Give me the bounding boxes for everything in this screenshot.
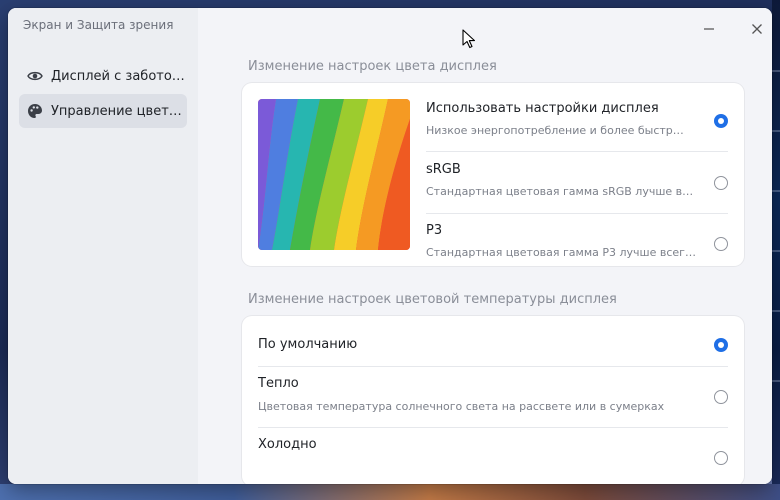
- temperature-option-warm[interactable]: Тепло Цветовая температура солнечного св…: [258, 372, 744, 422]
- eye-icon: [26, 67, 44, 85]
- close-button[interactable]: [741, 16, 772, 42]
- sidebar-item-label: Дисплей с заботой о...: [51, 68, 185, 84]
- sidebar-item-color-management[interactable]: Управление цветом: [19, 94, 187, 128]
- divider: [426, 213, 728, 214]
- option-label: По умолчанию: [258, 337, 358, 352]
- option-label: sRGB: [426, 162, 461, 177]
- mouse-cursor-icon: [462, 29, 476, 49]
- option-description: Цветовая температура солнечного света на…: [258, 400, 665, 413]
- option-label: P3: [426, 223, 443, 238]
- divider: [426, 151, 728, 152]
- option-description: Низкое энергопотребление и более быстрый…: [426, 124, 686, 137]
- color-option-srgb[interactable]: sRGB Стандартная цветовая гамма sRGB луч…: [426, 158, 744, 206]
- option-label: Холодно: [258, 437, 317, 452]
- main-content: Изменение настроек цвета дисплея Использ…: [198, 8, 772, 484]
- temperature-option-default[interactable]: По умолчанию: [258, 326, 744, 366]
- temperature-settings-card: По умолчанию Тепло Цветовая температура …: [242, 316, 744, 484]
- color-option-p3[interactable]: P3 Стандартная цветовая гамма P3 лучше в…: [426, 219, 744, 263]
- divider: [258, 427, 728, 428]
- color-settings-card: Использовать настройки дисплея Низкое эн…: [242, 83, 744, 266]
- window-title: Экран и Защита зрения: [23, 18, 174, 32]
- color-preview-image: [258, 99, 410, 250]
- minimize-button[interactable]: [693, 16, 725, 42]
- option-label: Использовать настройки дисплея: [426, 101, 659, 116]
- radio-button[interactable]: [714, 237, 728, 251]
- radio-button[interactable]: [714, 451, 728, 465]
- radio-button[interactable]: [714, 390, 728, 404]
- temperature-option-cold[interactable]: Холодно: [258, 433, 744, 483]
- sidebar-item-eye-care-display[interactable]: Дисплей с заботой о...: [19, 59, 187, 93]
- sidebar-item-label: Управление цветом: [51, 103, 185, 119]
- color-option-display-settings[interactable]: Использовать настройки дисплея Низкое эн…: [426, 97, 744, 145]
- temperature-settings-title: Изменение настроек цветовой температуры …: [248, 292, 617, 307]
- palette-icon: [26, 102, 44, 120]
- close-icon: [752, 24, 762, 34]
- radio-button-selected[interactable]: [714, 114, 728, 128]
- divider: [258, 366, 728, 367]
- desktop-background-right: [772, 0, 780, 500]
- desktop-background-bottom: [0, 484, 780, 500]
- option-description: Стандартная цветовая гамма P3 лучше всег…: [426, 246, 696, 259]
- color-settings-title: Изменение настроек цвета дисплея: [248, 59, 497, 74]
- option-description: Стандартная цветовая гамма sRGB лучше вс…: [426, 185, 696, 198]
- settings-window: Экран и Защита зрения Дисплей с заботой …: [8, 8, 772, 484]
- minimize-icon: [704, 28, 714, 30]
- option-label: Тепло: [258, 376, 299, 391]
- radio-button[interactable]: [714, 176, 728, 190]
- sidebar: Экран и Защита зрения Дисплей с заботой …: [8, 8, 198, 484]
- radio-button-selected[interactable]: [714, 338, 728, 352]
